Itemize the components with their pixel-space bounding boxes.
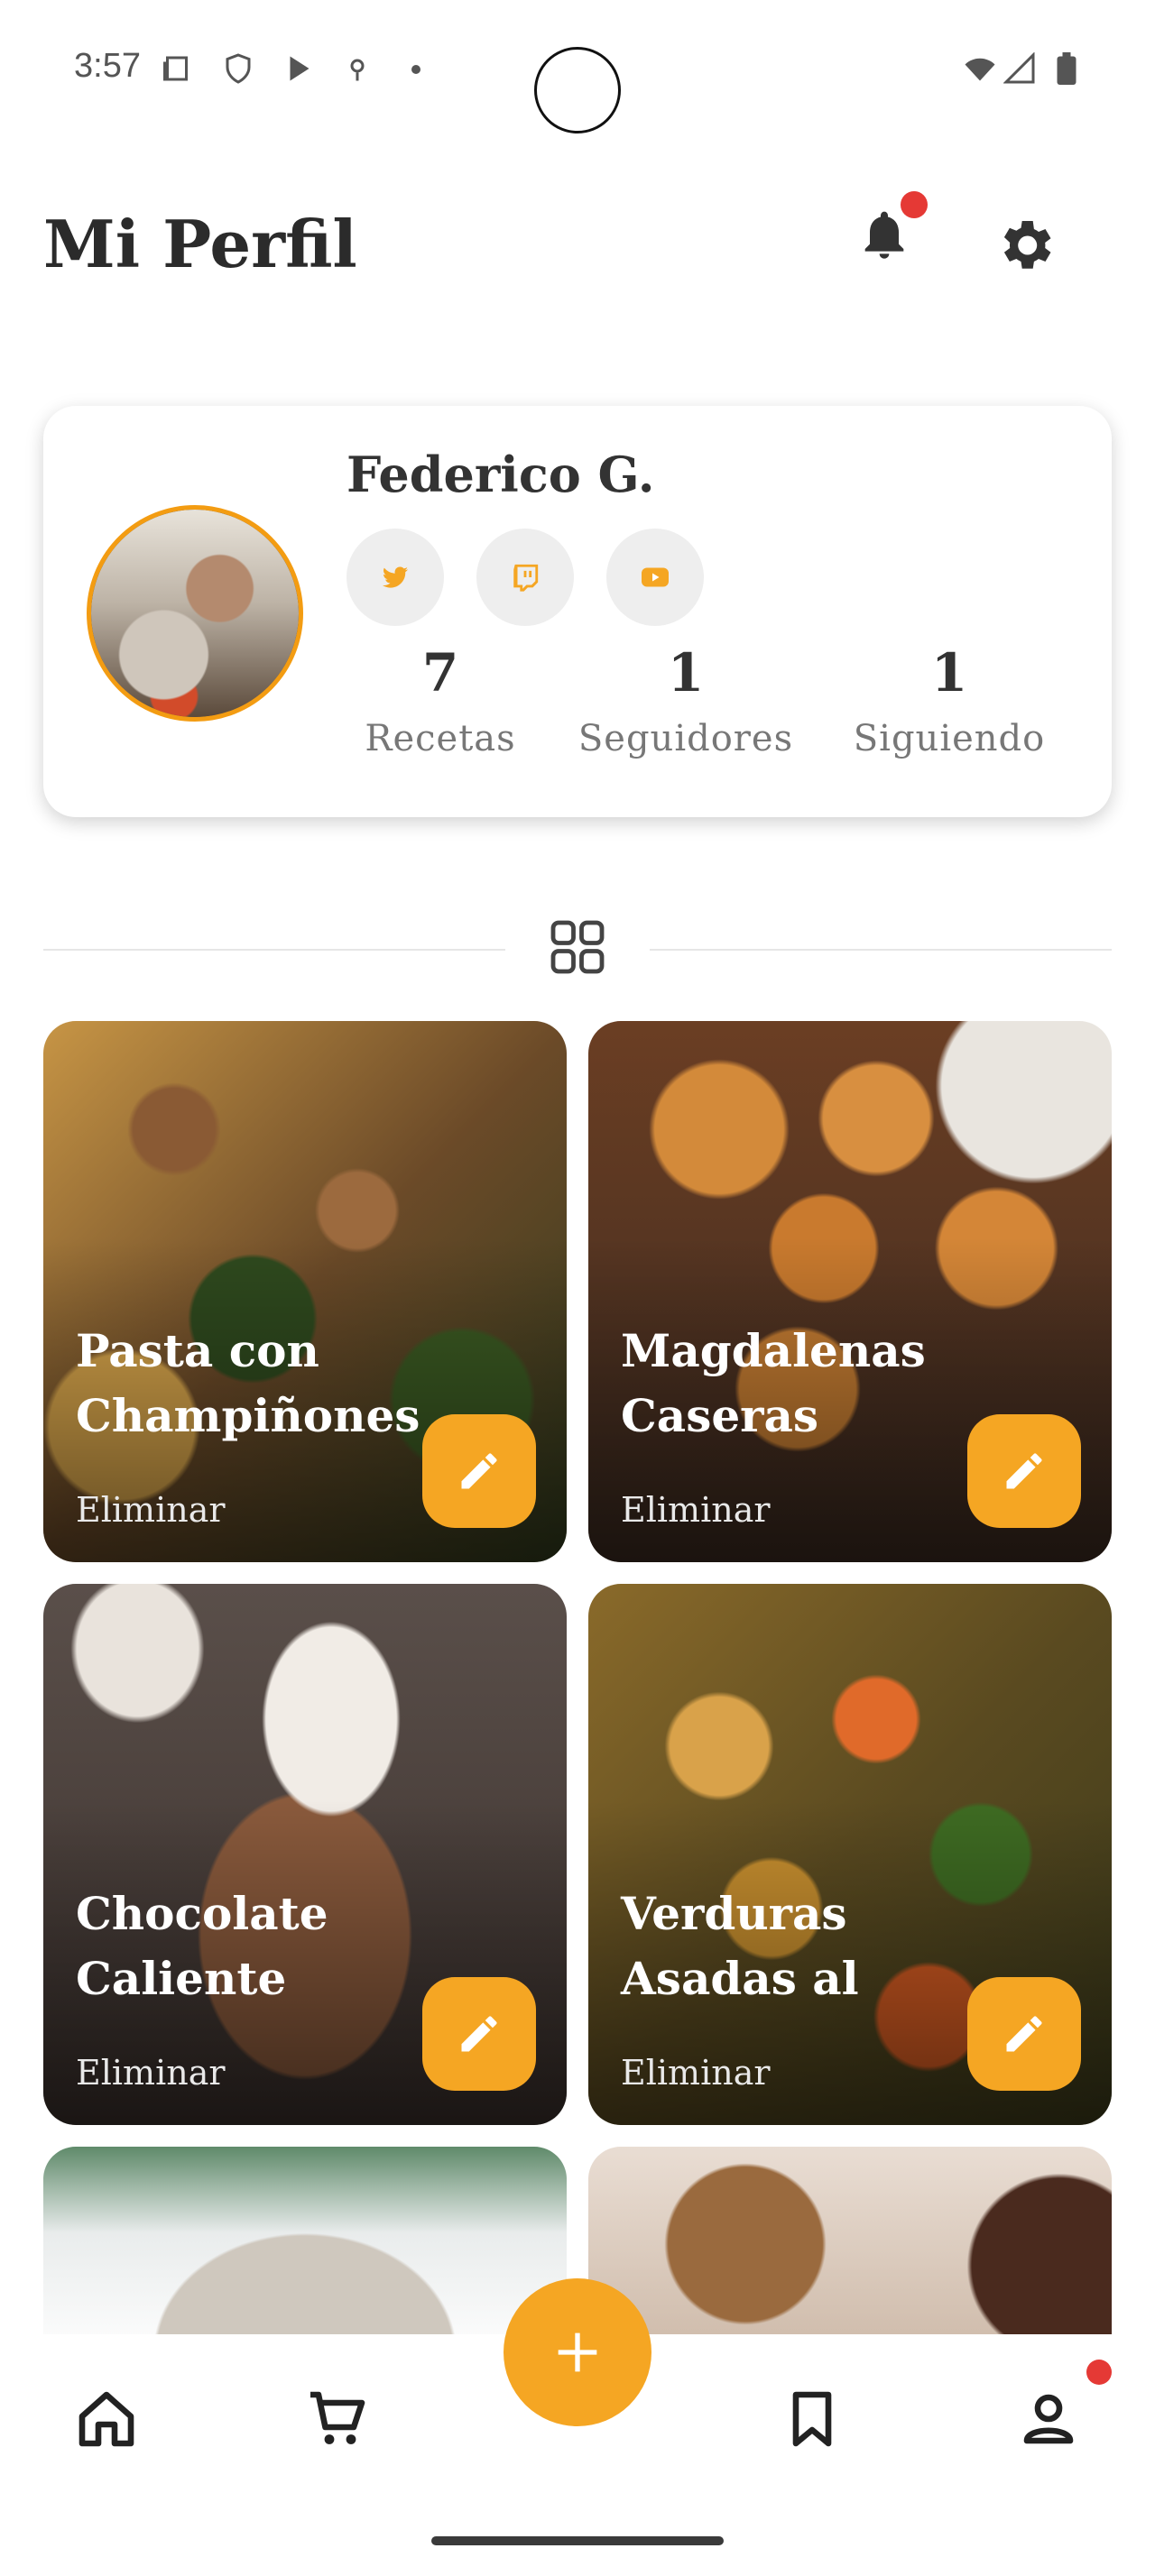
battery-icon [1057, 52, 1076, 85]
recipe-title: Chocolate Caliente [76, 1887, 328, 2005]
delete-link[interactable]: Eliminar [76, 1490, 226, 1530]
twitch-button[interactable] [476, 529, 574, 626]
recipe-card[interactable]: Pasta con Champiñones Eliminar [43, 1021, 567, 1562]
add-recipe-button[interactable] [504, 2278, 651, 2426]
recipe-card[interactable]: Verduras Asadas al Eliminar [588, 1584, 1112, 2125]
recipe-title: Pasta con Champiñones [76, 1324, 420, 1442]
recipe-card[interactable] [43, 2147, 567, 2363]
home-indicator[interactable] [431, 2536, 724, 2545]
pencil-icon [1006, 1453, 1042, 1489]
followers-count: 1 [667, 642, 705, 704]
twitter-icon [382, 566, 409, 588]
recipe-title: Verduras Asadas al [621, 1887, 859, 2005]
notification-badge [901, 191, 928, 218]
twitter-button[interactable] [346, 529, 444, 626]
shield-icon [226, 53, 251, 84]
twitch-icon [513, 564, 539, 592]
edit-button[interactable] [967, 1977, 1081, 2091]
home-icon[interactable] [74, 2387, 139, 2452]
youtube-icon [642, 567, 669, 587]
youtube-button[interactable] [606, 529, 704, 626]
edit-button[interactable] [967, 1414, 1081, 1528]
profile-name: Federico G. [346, 446, 655, 503]
avatar[interactable] [87, 505, 303, 722]
play-store-icon [290, 56, 310, 81]
edit-button[interactable] [422, 1977, 536, 2091]
recipes-label[interactable]: Recetas [305, 718, 576, 759]
cart-icon[interactable] [305, 2387, 370, 2452]
pencil-icon [461, 2016, 497, 2052]
signal-icon [1003, 52, 1035, 84]
delete-link[interactable]: Eliminar [621, 2053, 771, 2093]
screenshot-icon [163, 56, 188, 81]
settings-icon[interactable] [993, 213, 1058, 278]
followers-label[interactable]: Seguidores [550, 718, 821, 759]
status-time: 3:57 [74, 47, 141, 85]
plus-icon [558, 2332, 597, 2372]
divider-left [43, 949, 505, 951]
recipes-count: 7 [421, 642, 459, 704]
recipe-card[interactable]: Magdalenas Caseras Eliminar [588, 1021, 1112, 1562]
following-label[interactable]: Siguiendo [814, 718, 1085, 759]
divider-right [650, 949, 1112, 951]
recipe-card[interactable]: Chocolate Caliente Eliminar [43, 1584, 567, 2125]
grid-view-icon[interactable] [545, 915, 610, 980]
bookmark-icon[interactable] [780, 2387, 845, 2452]
status-dot [411, 65, 420, 74]
edit-button[interactable] [422, 1414, 536, 1528]
wifi-icon [965, 58, 995, 81]
pencil-icon [461, 1453, 497, 1489]
recipe-title: Magdalenas Caseras [621, 1324, 926, 1442]
delete-link[interactable]: Eliminar [76, 2053, 226, 2093]
camera-cutout [534, 47, 621, 133]
page-title: Mi Perfil [43, 206, 357, 282]
recipe-card[interactable] [588, 2147, 1112, 2363]
delete-link[interactable]: Eliminar [621, 1490, 771, 1530]
following-count: 1 [930, 642, 968, 704]
pencil-icon [1006, 2016, 1042, 2052]
profile-icon[interactable] [1016, 2387, 1081, 2452]
location-icon [350, 59, 365, 81]
profile-badge [1086, 2360, 1112, 2385]
